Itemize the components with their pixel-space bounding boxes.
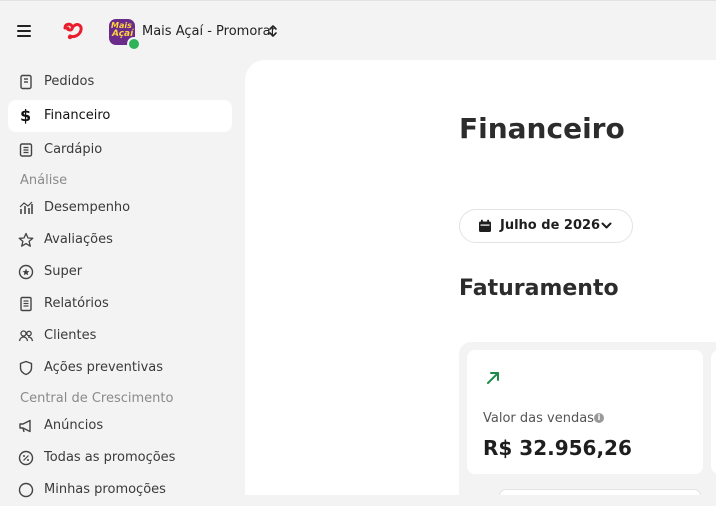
hamburger-menu-icon[interactable] [17, 25, 31, 37]
sidebar-item-desempenho[interactable]: Desempenho [8, 192, 232, 224]
shield-icon [19, 360, 33, 376]
sidebar-item-label: Cardápio [44, 142, 103, 157]
sales-value-card: Valor das vendas i R$ 32.956,26 [467, 350, 703, 474]
dollar-icon: $ [20, 106, 32, 125]
calendar-icon [479, 219, 491, 232]
sidebar-item-acoes-preventivas[interactable]: Ações preventivas [8, 352, 232, 384]
sales-value: R$ 32.956,26 [483, 436, 632, 460]
sidebar-item-label: Todas as promoções [44, 450, 176, 465]
receipt-icon [20, 74, 32, 90]
sidebar-item-minhas-promocoes[interactable]: Minhas promoções [8, 474, 232, 506]
sales-value-label: Valor das vendas [483, 411, 594, 426]
info-icon[interactable]: i [594, 413, 604, 423]
store-avatar[interactable]: Mais Açaí [109, 19, 141, 51]
sidebar-item-label: Desempenho [44, 200, 131, 215]
sidebar: Pedidos $ Financeiro Cardápio Análise De… [0, 60, 244, 498]
top-bar: Mais Açaí Mais Açaí - Promorar [0, 0, 716, 61]
sidebar-item-clientes[interactable]: Clientes [8, 320, 232, 352]
sidebar-item-label: Anúncios [44, 418, 104, 433]
brand-logo-icon[interactable] [62, 20, 84, 42]
menu-book-icon [19, 143, 33, 157]
store-name[interactable]: Mais Açaí - Promorar [142, 24, 276, 39]
date-filter-button[interactable]: Julho de 2026 [459, 209, 633, 243]
sidebar-item-todas-promocoes[interactable]: Todas as promoções [8, 442, 232, 474]
sidebar-item-label: Avaliações [44, 232, 113, 247]
sidebar-item-anuncios[interactable]: Anúncios [8, 410, 232, 442]
section-heading-faturamento: Faturamento [459, 276, 619, 301]
chart-icon [19, 201, 33, 214]
sidebar-item-label: Super [44, 264, 83, 279]
super-star-icon [18, 264, 34, 280]
secondary-pill[interactable] [499, 489, 701, 495]
section-title-crescimento: Central de Crescimento [20, 391, 174, 406]
next-metric-card [711, 350, 716, 474]
sidebar-item-label: Relatórios [44, 296, 109, 311]
sidebar-item-pedidos[interactable]: Pedidos [8, 66, 232, 98]
tag-icon [18, 482, 34, 498]
section-title-analise: Análise [20, 173, 68, 188]
users-icon [18, 330, 34, 342]
sidebar-item-cardapio[interactable]: Cardápio [8, 134, 232, 166]
sidebar-item-label: Pedidos [44, 74, 95, 89]
main-content: Financeiro Julho de 2026 Faturamento Val… [245, 60, 716, 495]
sidebar-item-relatorios[interactable]: Relatórios [8, 288, 232, 320]
percent-icon [18, 450, 34, 466]
star-icon [18, 232, 34, 247]
megaphone-icon [19, 419, 31, 433]
online-status-dot [127, 37, 141, 51]
sidebar-item-label: Ações preventivas [44, 360, 164, 375]
chevron-down-icon [601, 222, 612, 229]
metrics-panel: Valor das vendas i R$ 32.956,26 [459, 342, 716, 495]
sidebar-item-financeiro[interactable]: $ Financeiro [8, 100, 232, 132]
sidebar-item-super[interactable]: Super [8, 256, 232, 288]
report-icon [20, 296, 32, 312]
sidebar-item-label: Financeiro [44, 108, 111, 123]
chevron-up-down-icon[interactable] [267, 24, 279, 38]
sidebar-item-label: Clientes [44, 328, 97, 343]
sidebar-item-avaliacoes[interactable]: Avaliações [8, 224, 232, 256]
date-filter-label: Julho de 2026 [500, 218, 601, 233]
trend-up-arrow-icon [487, 372, 499, 384]
page-title: Financeiro [459, 112, 625, 145]
sidebar-item-label: Minhas promoções [44, 482, 166, 497]
